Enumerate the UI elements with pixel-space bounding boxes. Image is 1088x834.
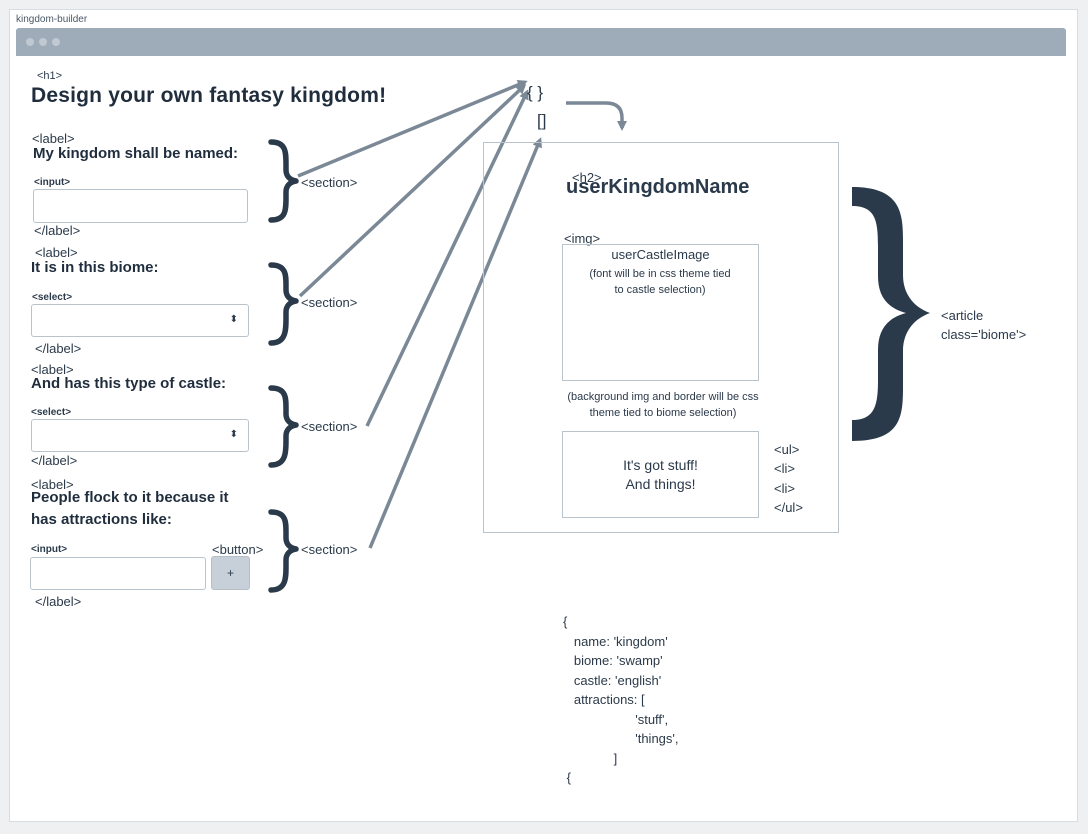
ul-open-tag: <ul>	[774, 442, 800, 457]
code-line: castle: 'english'	[563, 672, 662, 688]
code-line: ]	[563, 750, 618, 766]
user-kingdom-name: userKingdomName	[566, 176, 750, 198]
article-tag-line1: <article	[941, 308, 984, 323]
article-tag-line2: class='biome'>	[941, 327, 1027, 342]
user-castle-image: userCastleImage	[611, 247, 710, 262]
section-brace-4	[268, 509, 299, 593]
data-object-code: { name: 'kingdom' biome: 'swamp' castle:…	[563, 612, 679, 788]
background-note: (background img and border will be css t…	[567, 391, 759, 419]
list-text-line1: It's got stuff!	[623, 457, 698, 473]
li-tag: <li>	[774, 461, 795, 476]
article-brace	[852, 187, 930, 441]
code-line: attractions: [	[563, 692, 645, 707]
code-line: {	[563, 614, 568, 629]
code-line: biome: 'swamp'	[563, 653, 663, 668]
section-brace-3	[268, 385, 299, 468]
code-line: 'things',	[563, 731, 679, 746]
section-brace-2	[268, 262, 299, 346]
castle-image-box	[562, 244, 759, 381]
section-brace-1	[268, 139, 299, 223]
list-text-line2: And things!	[625, 476, 696, 492]
code-line: name: 'kingdom'	[563, 633, 668, 649]
attractions-list-text: It's got stuff! And things!	[562, 456, 759, 494]
li-tag: <li>	[774, 481, 795, 496]
ul-close-tag: </ul>	[774, 500, 803, 515]
array-brackets: []	[537, 111, 547, 130]
arrow-object-to-article	[566, 101, 627, 131]
castle-font-note: (font will be in css theme tied to castl…	[589, 268, 731, 296]
object-braces: { }	[527, 83, 544, 102]
code-line: 'stuff',	[563, 711, 669, 727]
code-line: {	[563, 770, 571, 785]
